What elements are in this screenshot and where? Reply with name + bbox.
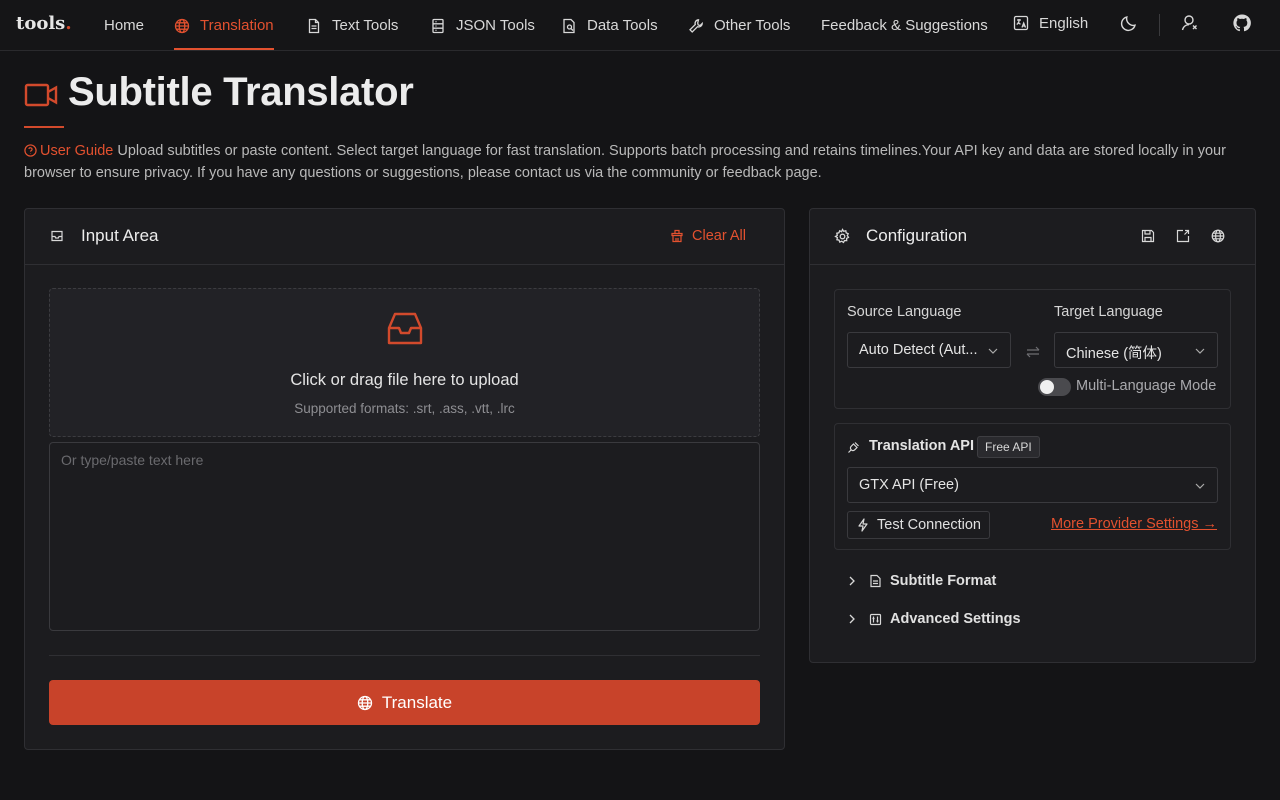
- advanced-settings-section[interactable]: Advanced Settings: [847, 611, 1021, 627]
- chevron-down-icon: [988, 348, 998, 354]
- clear-all-button[interactable]: Clear All: [670, 228, 746, 244]
- translation-api-label: Translation API: [869, 438, 975, 454]
- intro-description: Upload subtitles or paste content. Selec…: [24, 143, 1226, 181]
- inbox-icon: [51, 230, 63, 242]
- user-guide-label: User Guide: [40, 143, 114, 159]
- text-input[interactable]: [49, 442, 760, 631]
- chevron-down-icon: [1195, 348, 1205, 354]
- nav-other-tools[interactable]: Other Tools: [688, 0, 790, 51]
- language-switcher[interactable]: English: [1013, 0, 1088, 46]
- document-icon: [308, 18, 320, 33]
- more-provider-settings-link[interactable]: More Provider Settings →: [1051, 516, 1217, 532]
- translate-icon: [1013, 15, 1029, 31]
- globe-icon: [174, 18, 190, 33]
- config-panel-header: Configuration: [810, 209, 1255, 265]
- nav-home-label: Home: [104, 17, 145, 34]
- globe-icon[interactable]: [1211, 229, 1225, 243]
- source-language-select[interactable]: Auto Detect (Aut...: [847, 332, 1011, 368]
- document-icon: [870, 574, 881, 588]
- chevron-down-icon: [1195, 483, 1205, 489]
- eraser-icon: [671, 229, 683, 243]
- data-file-icon: [563, 18, 575, 33]
- chevron-right-icon: [849, 614, 855, 624]
- nav-text-tools-label: Text Tools: [332, 17, 399, 34]
- multi-language-label: Multi-Language Mode: [1076, 378, 1217, 394]
- logo[interactable]: tools.: [16, 13, 72, 34]
- nav-text-tools[interactable]: Text Tools: [306, 0, 398, 51]
- server-icon: [432, 18, 444, 33]
- target-language-label: Target Language: [1054, 304, 1163, 320]
- supported-formats: Supported formats: .srt, .ass, .vtt, .lr…: [294, 401, 515, 416]
- logo-dot: .: [65, 13, 72, 34]
- inbox-upload-icon: [387, 312, 423, 345]
- wrench-icon: [689, 18, 703, 33]
- free-api-badge: Free API: [977, 436, 1040, 458]
- clear-all-label: Clear All: [692, 228, 746, 244]
- github-icon[interactable]: [1232, 13, 1252, 33]
- export-icon[interactable]: [1176, 229, 1190, 243]
- test-connection-button[interactable]: Test Connection: [847, 511, 990, 539]
- nav-data-tools-label: Data Tools: [587, 17, 658, 34]
- help-circle-icon: [24, 144, 37, 157]
- translate-button[interactable]: Translate: [49, 680, 760, 725]
- nav-translation[interactable]: Translation: [174, 0, 274, 51]
- target-language-value: Chinese (简体): [1066, 346, 1162, 362]
- advanced-settings-label: Advanced Settings: [890, 611, 1021, 627]
- nav-other-tools-label: Other Tools: [714, 17, 791, 34]
- target-language-select[interactable]: Chinese (简体): [1054, 332, 1218, 368]
- subtitle-format-section[interactable]: Subtitle Format: [847, 573, 996, 589]
- source-language-label: Source Language: [847, 304, 962, 320]
- sliders-icon: [869, 613, 882, 625]
- translate-label: Translate: [381, 692, 453, 712]
- title-underline: [24, 126, 64, 128]
- subtitle-format-label: Subtitle Format: [890, 573, 997, 589]
- nav-feedback[interactable]: Feedback & Suggestions: [821, 0, 988, 51]
- lightning-icon: [858, 518, 868, 532]
- moon-icon[interactable]: [1119, 13, 1139, 33]
- translation-api-box: Translation API Free API GTX API (Free) …: [834, 423, 1231, 550]
- api-provider-value: GTX API (Free): [859, 477, 959, 493]
- configuration-title: Configuration: [866, 226, 968, 245]
- upload-instruction: Click or drag file here to upload: [290, 371, 519, 389]
- input-panel: Input Area Clear All Click or drag file …: [24, 208, 785, 750]
- api-provider-select[interactable]: GTX API (Free): [847, 467, 1218, 503]
- gear-icon: [834, 228, 850, 244]
- language-label: English: [1039, 14, 1089, 32]
- nav-json-tools-label: JSON Tools: [456, 17, 535, 34]
- nav-data-tools[interactable]: Data Tools: [561, 0, 658, 51]
- save-icon[interactable]: [1141, 229, 1155, 243]
- top-nav-bar: tools. Home Translation Text Tools JSON …: [0, 0, 1280, 51]
- configuration-panel: Configuration Source Language Auto Detec…: [809, 208, 1256, 663]
- globe-icon: [357, 695, 373, 710]
- nav-json-tools[interactable]: JSON Tools: [430, 0, 535, 51]
- video-camera-icon: [24, 83, 58, 107]
- header-divider: [1159, 14, 1160, 36]
- plug-icon: [848, 442, 859, 453]
- language-settings-box: Source Language Auto Detect (Aut... Targ…: [834, 289, 1231, 409]
- input-divider: [49, 655, 760, 656]
- nav-translation-label: Translation: [200, 17, 274, 34]
- intro-text: User Guide Upload subtitles or paste con…: [24, 140, 1234, 184]
- user-guide-link[interactable]: User Guide: [24, 143, 113, 159]
- input-panel-header: Input Area Clear All: [25, 209, 784, 265]
- page-title: Subtitle Translator: [68, 70, 414, 114]
- nav-feedback-label: Feedback & Suggestions: [821, 17, 988, 34]
- swap-icon[interactable]: [1026, 346, 1040, 358]
- test-connection-label: Test Connection: [877, 517, 981, 533]
- logo-text: tools: [16, 13, 66, 34]
- source-language-value: Auto Detect (Aut...: [859, 342, 978, 358]
- nav-home[interactable]: Home: [104, 0, 144, 51]
- multi-language-toggle[interactable]: [1038, 378, 1071, 396]
- file-upload-dropzone[interactable]: Click or drag file here to upload Suppor…: [49, 288, 760, 437]
- input-area-title: Input Area: [81, 226, 159, 245]
- user-icon[interactable]: [1180, 13, 1200, 33]
- chevron-right-icon: [849, 576, 855, 586]
